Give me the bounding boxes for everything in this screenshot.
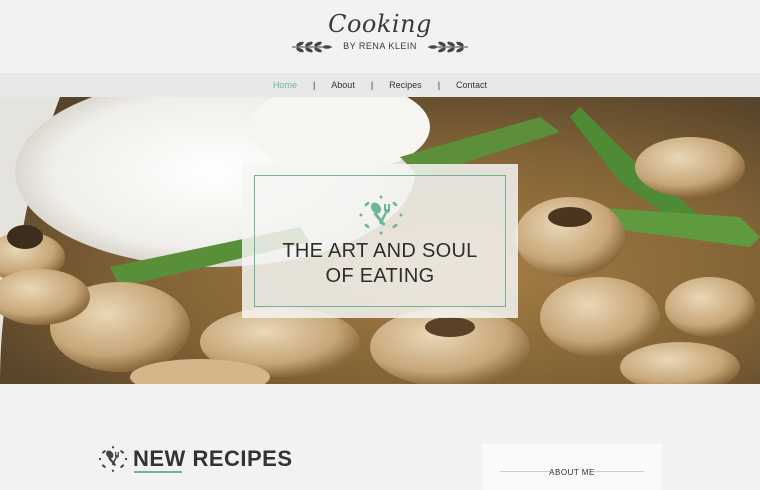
spoon-fork-icon [98,446,128,472]
hero-title-line1: THE ART AND SOUL [282,240,478,262]
main-nav: Home | About | Recipes | Contact [0,73,760,97]
hero-banner: THE ART AND SOUL OF EATING [0,97,760,384]
spoon-fork-icon [359,195,403,235]
section-title-new-recipes: NEW RECIPES [133,446,293,471]
hero-title-line2: OF EATING [325,265,435,287]
nav-item-contact[interactable]: Contact [440,80,503,90]
site-logo-subtitle: BY RENA KLEIN [343,41,417,51]
sidebar-about-card: ABOUT ME [482,444,662,490]
site-logo-title[interactable]: Cooking [0,10,760,38]
nav-item-recipes[interactable]: Recipes [373,80,438,90]
leaf-sprig-icon [428,41,468,53]
hero-caption-frame: THE ART AND SOUL OF EATING [254,175,506,307]
divider [594,471,644,472]
nav-item-about[interactable]: About [315,80,371,90]
hero-caption-box: THE ART AND SOUL OF EATING [242,164,518,318]
nav-item-home[interactable]: Home [257,80,313,90]
site-header: Cooking BY RENA KLEIN [0,0,760,73]
hero-title: THE ART AND SOUL OF EATING [255,239,505,289]
section-title-underline [134,471,182,473]
sidebar-heading-about-me: ABOUT ME [549,468,595,477]
